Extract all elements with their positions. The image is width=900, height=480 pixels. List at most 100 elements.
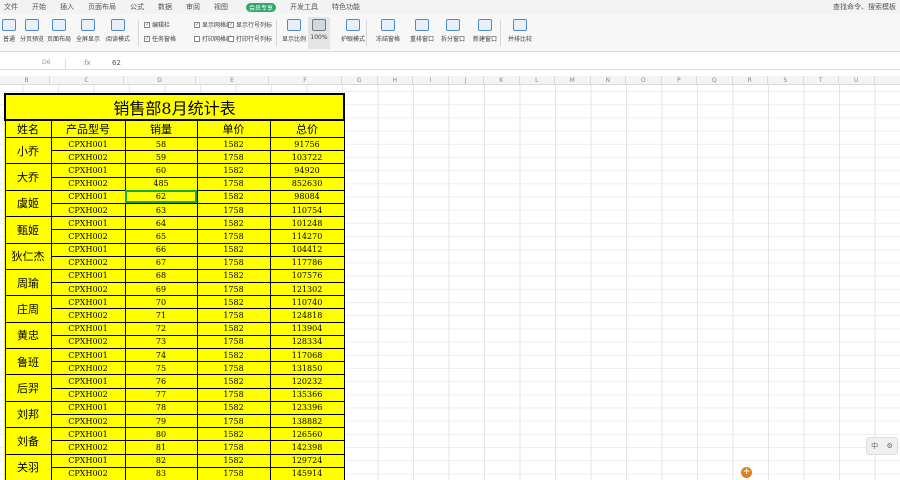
menu-item-1[interactable]: 开始 (32, 2, 46, 12)
menu-item-3[interactable]: 页面布局 (88, 2, 116, 12)
data-cell[interactable]: 59 (124, 150, 198, 165)
data-cell[interactable]: 60 (124, 163, 198, 178)
ribbon-button-2[interactable]: 页面布局 (46, 17, 72, 49)
column-header-C[interactable]: C (50, 76, 124, 85)
data-cell[interactable]: 1582 (196, 347, 271, 363)
data-cell[interactable]: 1582 (196, 163, 271, 178)
name-cell[interactable]: 周瑜 (4, 268, 52, 297)
data-cell[interactable]: CPXH001 (50, 295, 126, 310)
data-cell[interactable]: CPXH001 (50, 427, 126, 442)
data-cell[interactable]: 1582 (196, 374, 271, 389)
data-cell[interactable]: CPXH002 (50, 413, 126, 429)
data-cell[interactable]: 76 (124, 374, 198, 389)
data-cell[interactable]: 117786 (269, 255, 345, 270)
status-widget[interactable]: 中 ⚙ (866, 437, 898, 455)
data-cell[interactable]: CPXH002 (50, 466, 126, 480)
checkbox-2[interactable]: ✓ 显示行号列标 (228, 20, 272, 29)
search-command-box[interactable]: 查找命令、搜索模板 (833, 2, 896, 12)
column-header-R[interactable]: R (733, 76, 768, 85)
data-cell[interactable]: 113904 (269, 321, 345, 336)
data-cell[interactable]: 1582 (196, 427, 271, 442)
checkbox-checked-icon[interactable]: ✓ (228, 21, 234, 28)
column-header-cell[interactable]: 销量 (124, 119, 198, 138)
data-cell[interactable]: 91756 (269, 136, 345, 152)
data-cell[interactable]: 1758 (196, 229, 271, 244)
data-cell[interactable]: 124818 (269, 308, 345, 323)
ribbon-button-0[interactable]: 普通 (0, 17, 18, 49)
column-header-Q[interactable]: Q (697, 76, 733, 85)
data-cell[interactable]: 77 (124, 387, 198, 402)
data-cell[interactable]: 1582 (196, 242, 271, 257)
data-cell[interactable]: CPXH001 (50, 321, 126, 336)
data-cell[interactable]: 75 (124, 361, 198, 376)
data-cell[interactable]: 67 (124, 255, 198, 270)
data-cell[interactable]: CPXH001 (50, 242, 126, 257)
column-header-I[interactable]: I (413, 76, 449, 85)
data-cell[interactable]: CPXH002 (50, 150, 126, 165)
data-cell[interactable]: CPXH002 (50, 282, 126, 297)
data-cell[interactable]: 1758 (196, 176, 271, 191)
ribbon-button-8[interactable]: 冻结窗格 (372, 17, 404, 49)
ribbon-button-9[interactable]: 重排窗口 (408, 17, 436, 49)
menu-item-0[interactable]: 文件 (4, 2, 18, 12)
checkbox-unchecked-icon[interactable] (228, 35, 234, 42)
column-header-D[interactable]: D (124, 76, 196, 85)
checkbox-checked-icon[interactable]: ✓ (144, 35, 150, 42)
data-cell[interactable]: CPXH002 (50, 255, 126, 270)
data-cell[interactable]: 79 (124, 413, 198, 429)
data-cell[interactable]: 74 (124, 347, 198, 363)
data-cell[interactable]: 1758 (196, 361, 271, 376)
ribbon-button-3[interactable]: 全屏显示 (74, 17, 102, 49)
data-cell[interactable]: 128334 (269, 334, 345, 350)
column-header-S[interactable]: S (768, 76, 804, 85)
data-cell[interactable]: CPXH001 (50, 374, 126, 389)
data-cell[interactable]: 82 (124, 453, 198, 468)
column-header-E[interactable]: E (196, 76, 269, 85)
menu-item-5[interactable]: 数据 (158, 2, 172, 12)
column-header-K[interactable]: K (484, 76, 520, 85)
data-cell[interactable]: 145914 (269, 466, 345, 480)
column-header-cell[interactable]: 产品型号 (50, 119, 126, 138)
name-cell[interactable]: 刘邦 (4, 400, 52, 429)
name-cell[interactable]: 庄周 (4, 295, 52, 323)
data-cell[interactable]: CPXH001 (50, 453, 126, 468)
name-cell[interactable]: 甄姬 (4, 216, 52, 244)
data-cell[interactable]: 120232 (269, 374, 345, 389)
ribbon-button-1[interactable]: 分页预览 (20, 17, 44, 49)
column-header-B[interactable]: B (4, 76, 50, 85)
data-cell[interactable]: CPXH001 (50, 163, 126, 178)
data-cell[interactable]: 131850 (269, 361, 345, 376)
menu-item-extra-1[interactable]: 特色功能 (332, 2, 360, 12)
name-cell[interactable]: 刘备 (4, 427, 52, 455)
name-cell[interactable]: 狄仁杰 (4, 242, 52, 270)
name-box[interactable]: D6 (2, 59, 66, 69)
data-cell[interactable]: 81 (124, 440, 198, 455)
column-header-N[interactable]: N (591, 76, 626, 85)
data-cell[interactable]: CPXH001 (50, 268, 126, 284)
checkbox-1[interactable]: ✓ 显示网格线 (194, 20, 232, 29)
name-cell[interactable]: 小乔 (4, 136, 52, 165)
data-cell[interactable]: 1582 (196, 268, 271, 284)
data-cell[interactable]: 110740 (269, 295, 345, 310)
column-header-H[interactable]: H (378, 76, 413, 85)
data-cell[interactable]: CPXH001 (50, 189, 126, 204)
data-cell[interactable]: 1758 (196, 255, 271, 270)
data-cell[interactable]: 103722 (269, 150, 345, 165)
data-cell[interactable]: CPXH002 (50, 387, 126, 402)
column-header-P[interactable]: P (662, 76, 697, 85)
checkbox-checked-icon[interactable]: ✓ (144, 21, 150, 28)
ribbon-button-4[interactable]: 阅读模式 (104, 17, 132, 49)
data-cell[interactable]: 123396 (269, 400, 345, 415)
menu-item-2[interactable]: 插入 (60, 2, 74, 12)
column-header-F[interactable]: F (269, 76, 342, 85)
column-header-cell[interactable]: 单价 (196, 119, 271, 138)
data-cell[interactable]: 68 (124, 268, 198, 284)
data-cell[interactable]: 1582 (196, 400, 271, 415)
column-header-M[interactable]: M (555, 76, 591, 85)
data-cell[interactable]: 71 (124, 308, 198, 323)
data-cell[interactable]: 852630 (269, 176, 345, 191)
data-cell[interactable]: 110754 (269, 202, 345, 218)
data-cell[interactable]: 107576 (269, 268, 345, 284)
data-cell[interactable]: 58 (124, 136, 198, 152)
ribbon-button-11[interactable]: 新建窗口 (470, 17, 500, 49)
